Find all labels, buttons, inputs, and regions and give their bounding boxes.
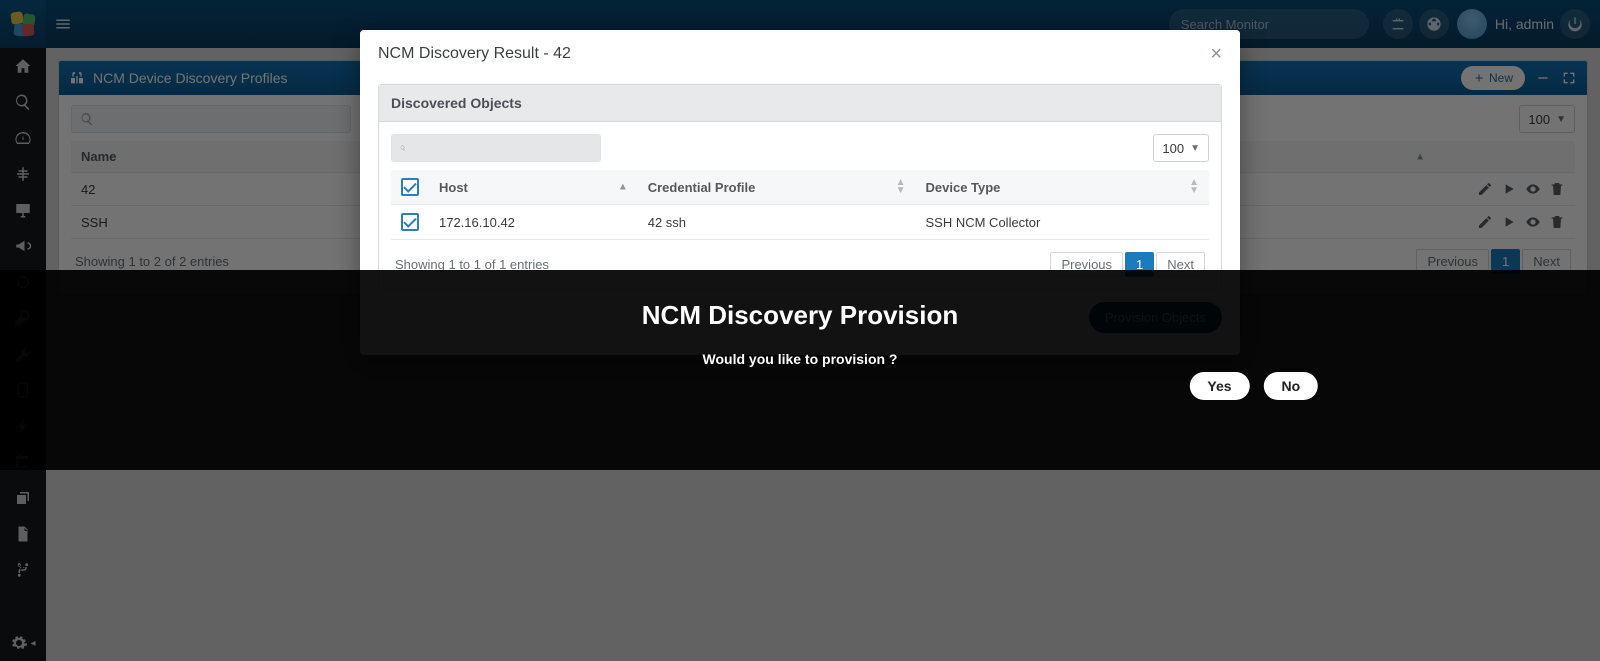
modal-page-size-value: 100 — [1162, 141, 1184, 156]
modal-title: NCM Discovery Result - 42 — [378, 45, 571, 63]
confirm-no-button[interactable]: No — [1264, 372, 1319, 400]
col-host[interactable]: Host▲ — [429, 170, 638, 205]
confirm-title: NCM Discovery Provision — [642, 300, 958, 331]
confirm-message: Would you like to provision ? — [642, 351, 958, 367]
confirm-dialog: NCM Discovery Provision Would you like t… — [642, 300, 958, 393]
cell-device-type: SSH NCM Collector — [916, 205, 1210, 240]
chevron-down-icon: ▼ — [1190, 143, 1200, 154]
sort-icon: ▲▼ — [1189, 179, 1199, 195]
discovered-objects-title: Discovered Objects — [379, 85, 1221, 122]
modal-pager-prev[interactable]: Previous — [1050, 252, 1123, 277]
modal-pager-next[interactable]: Next — [1156, 252, 1205, 277]
modal-search-input[interactable] — [412, 140, 592, 157]
modal-search[interactable] — [391, 134, 601, 162]
confirm-yes-button[interactable]: Yes — [1189, 372, 1249, 400]
cell-host: 172.16.10.42 — [429, 205, 638, 240]
col-credential[interactable]: Credential Profile▲▼ — [638, 170, 916, 205]
row-checkbox[interactable] — [401, 213, 419, 231]
table-row: 172.16.10.42 42 ssh SSH NCM Collector — [391, 205, 1209, 240]
modal-page-size-select[interactable]: 100 ▼ — [1153, 134, 1209, 162]
modal-pager-page-1[interactable]: 1 — [1125, 252, 1154, 277]
col-device-type[interactable]: Device Type▲▼ — [916, 170, 1210, 205]
cell-credential: 42 ssh — [638, 205, 916, 240]
sort-icon: ▲▼ — [896, 179, 906, 195]
modal-table-summary: Showing 1 to 1 of 1 entries — [395, 257, 549, 272]
modal-pager: Previous 1 Next — [1050, 252, 1205, 277]
modal-close-button[interactable]: × — [1210, 44, 1222, 64]
sort-asc-icon: ▲ — [618, 182, 628, 193]
discovered-table: Host▲ Credential Profile▲▼ Device Type▲▼… — [391, 170, 1209, 240]
search-icon — [400, 141, 406, 155]
provision-objects-button[interactable]: Provision Objects — [1089, 302, 1222, 333]
check-all[interactable] — [401, 178, 419, 196]
